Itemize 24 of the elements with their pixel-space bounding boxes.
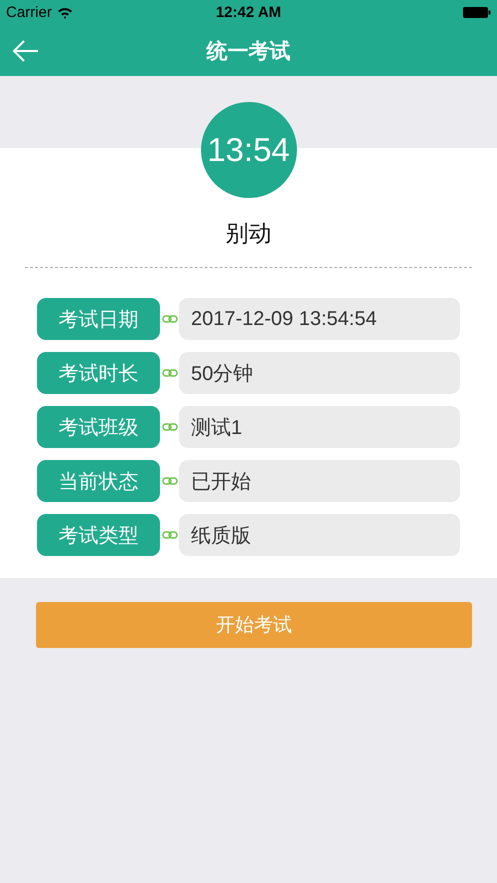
link-icon xyxy=(162,315,178,323)
field-label: 当前状态 xyxy=(37,460,160,502)
link-icon xyxy=(162,477,178,485)
field-label: 考试日期 xyxy=(37,298,160,340)
field-label: 考试班级 xyxy=(37,406,160,448)
countdown-timer: 13:54 xyxy=(200,102,296,198)
link-icon xyxy=(162,531,178,539)
field-value: 测试1 xyxy=(179,406,460,448)
start-exam-button[interactable]: 开始考试 xyxy=(36,602,472,648)
field-label: 考试时长 xyxy=(37,352,160,394)
back-arrow-icon[interactable] xyxy=(12,38,40,62)
page-title: 统一考试 xyxy=(206,38,290,64)
battery-icon xyxy=(463,7,491,18)
status-message: 别动 xyxy=(226,219,272,248)
field-value: 已开始 xyxy=(179,460,460,502)
link-icon xyxy=(162,369,178,377)
field-value: 纸质版 xyxy=(179,514,460,556)
carrier-label: Carrier xyxy=(6,4,52,21)
field-label: 考试类型 xyxy=(37,514,160,556)
clock-time: 12:42 AM xyxy=(216,4,282,21)
link-icon xyxy=(162,423,178,431)
field-value: 50分钟 xyxy=(179,352,460,394)
field-value: 2017-12-09 13:54:54 xyxy=(179,298,460,340)
wifi-icon xyxy=(56,6,73,18)
